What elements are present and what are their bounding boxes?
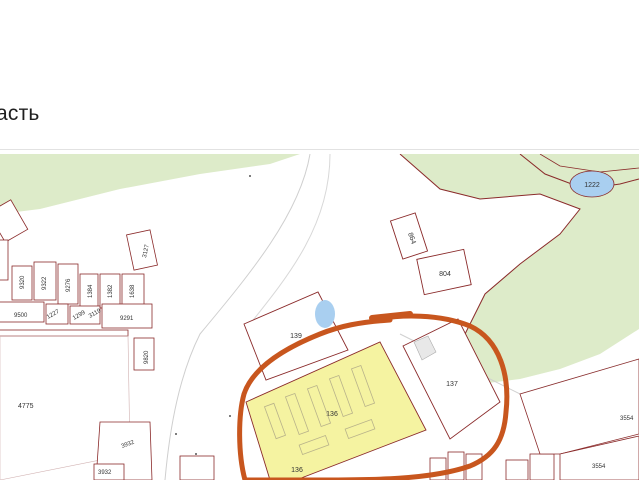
annotation-stroke-tail [369,311,413,321]
svg-text:1384: 1384 [88,284,94,298]
label-139: 139 [290,333,302,340]
header-divider [0,149,639,150]
page-header [0,64,639,154]
svg-text:1382: 1382 [108,284,114,298]
svg-text:9820: 9820 [144,350,150,364]
label-136-lower: 136 [291,467,303,474]
label-3932-lower: 3932 [98,470,112,476]
forest-area-left [0,154,300,214]
pond [315,300,335,328]
svg-text:9322: 9322 [42,276,48,290]
cadastral-map[interactable]: 1222 864 804 139 137 136 136 9320 9322 9… [0,154,639,480]
map-canvas: 1222 864 804 139 137 136 136 9320 9322 9… [0,154,639,480]
page-title: асть [0,102,40,125]
svg-text:9291: 9291 [120,316,134,322]
label-4775: 4775 [18,403,34,410]
label-3554-lower: 3554 [592,464,606,470]
top-toolbar [0,0,639,29]
secondary-toolbar [0,28,639,65]
label-137: 137 [446,381,458,388]
parcel-small-1 [179,455,215,480]
svg-text:9320: 9320 [20,275,26,289]
svg-text:9276: 9276 [66,278,72,292]
svg-text:1638: 1638 [130,284,136,298]
label-804: 804 [439,271,451,278]
label-1222: 1222 [584,182,600,189]
svg-text:9500: 9500 [14,313,28,319]
label-3554: 3554 [620,416,634,422]
